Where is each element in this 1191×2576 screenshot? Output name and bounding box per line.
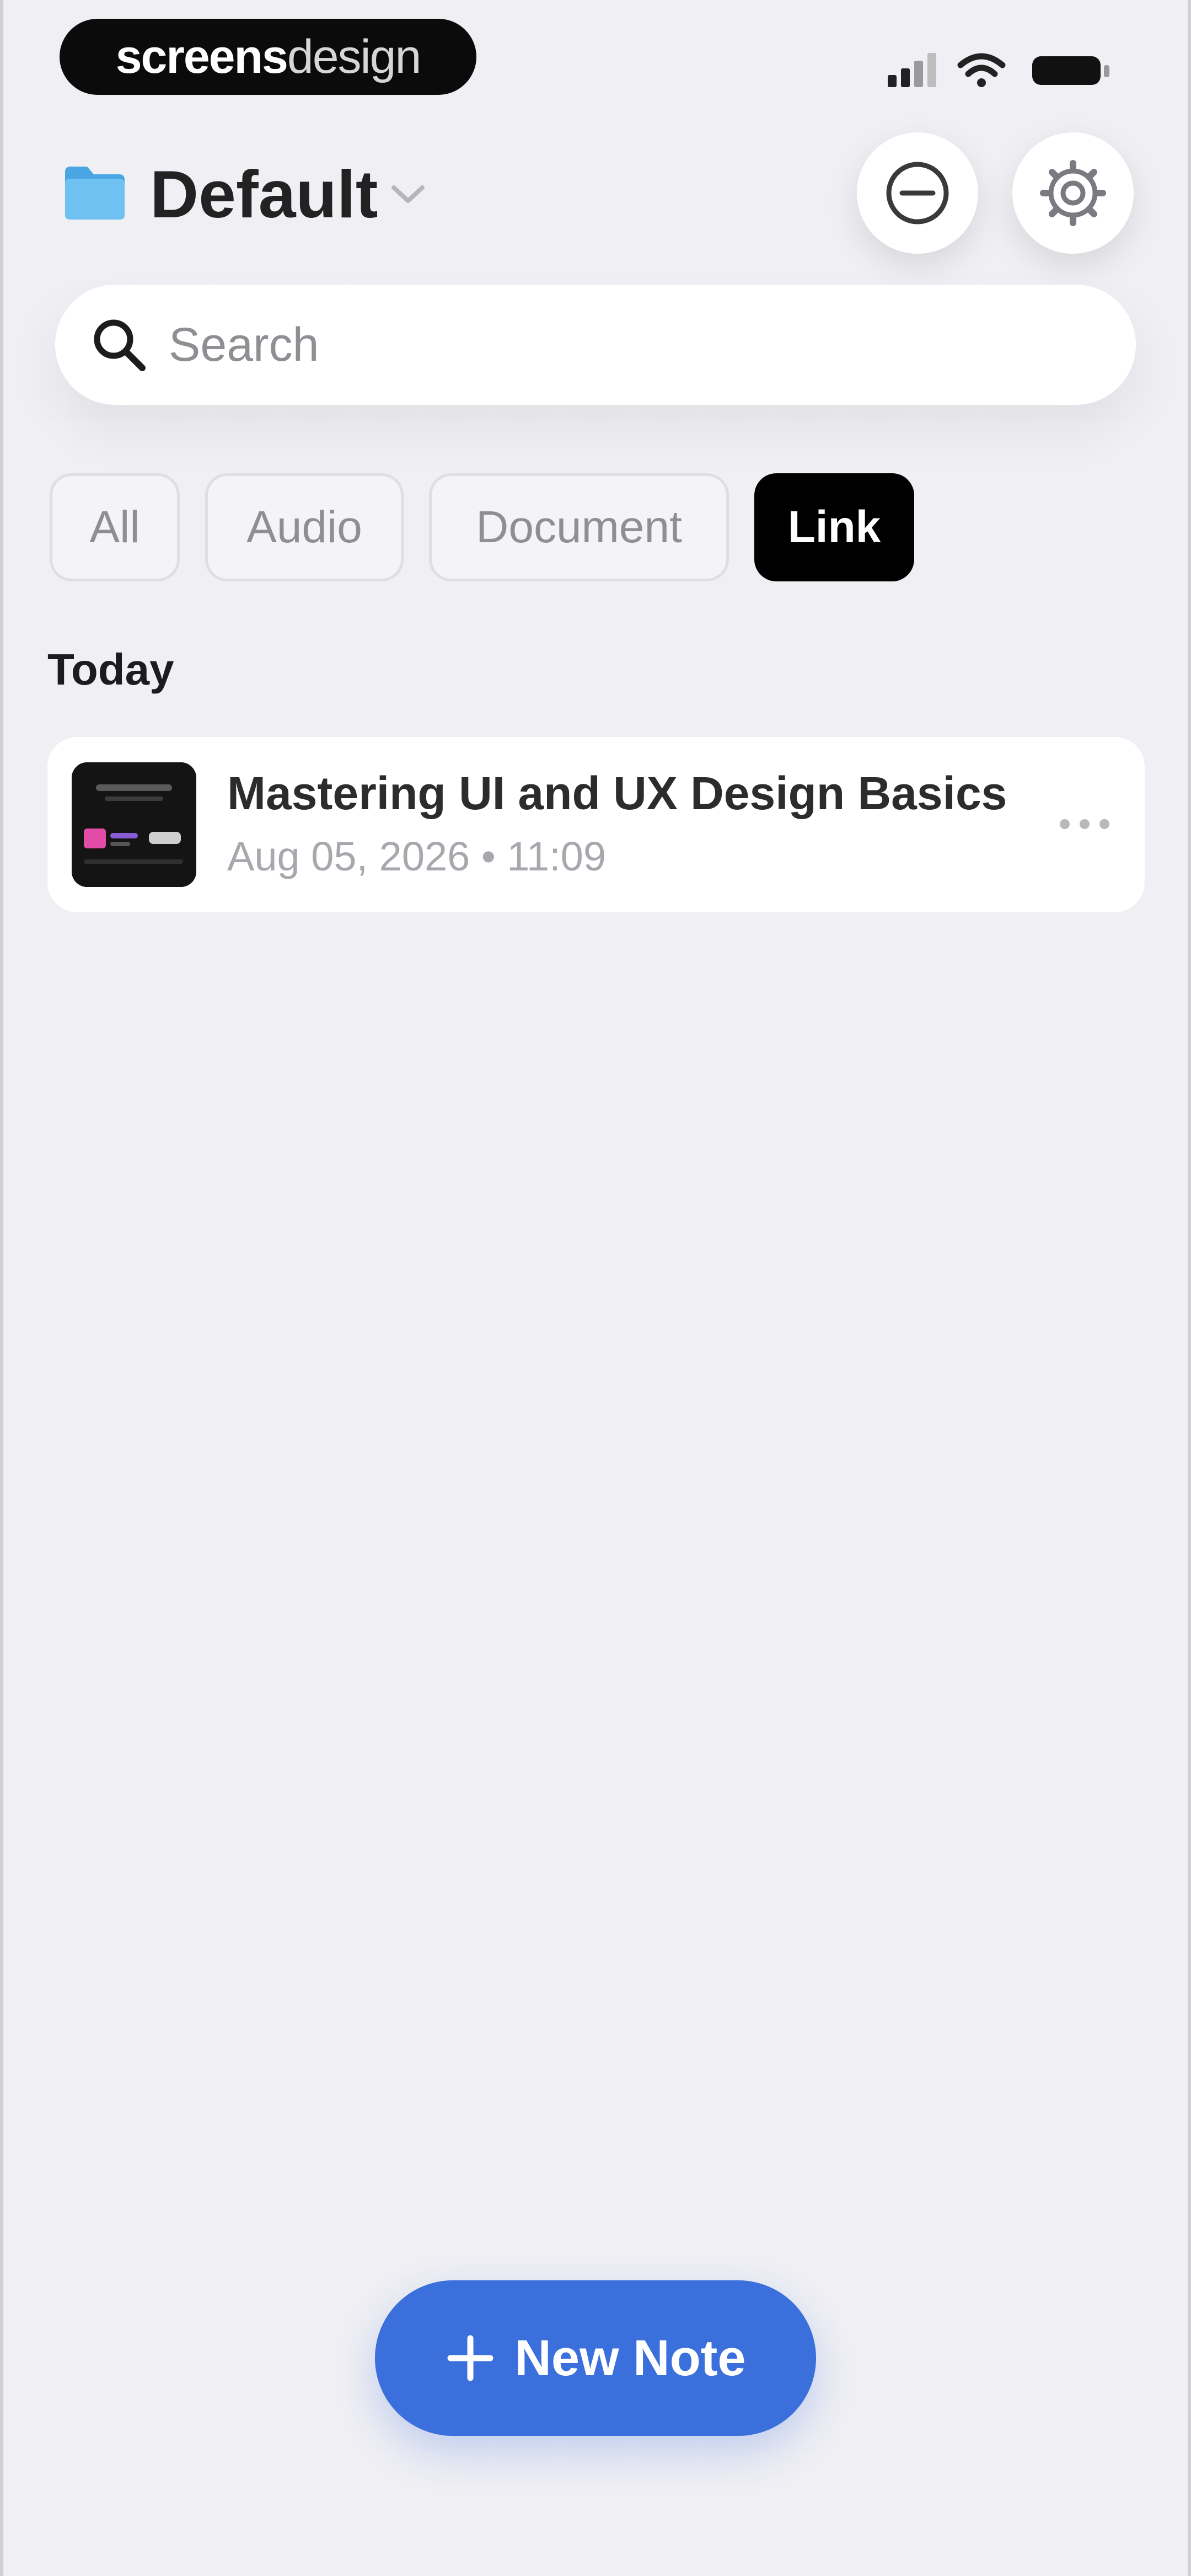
filter-chip-document[interactable]: Document [429,473,729,581]
brand-watermark: screens design [60,19,476,95]
folder-icon [65,167,125,220]
new-note-label: New Note [514,2329,746,2386]
note-list-item[interactable]: Mastering UI and UX Design Basics Aug 05… [47,737,1145,912]
wifi-icon [957,53,1006,87]
brand-light-text: design [287,30,421,83]
filter-chip-link[interactable]: Link [754,473,914,581]
more-options-button[interactable] [1054,802,1115,846]
cellular-signal-icon [888,53,936,87]
search-bar[interactable] [55,285,1136,405]
gear-icon [1040,160,1106,226]
search-icon [94,319,146,371]
filter-chips: All Audio Document Link [50,473,940,581]
new-note-button[interactable]: New Note [375,2280,816,2436]
battery-icon [1032,56,1109,85]
more-horizontal-icon [1060,819,1109,829]
folder-name[interactable]: Default [150,156,378,233]
note-timestamp: Aug 05, 2026 • 11:09 [227,833,606,879]
minus-button[interactable] [857,132,978,254]
note-thumbnail-image [72,762,196,887]
section-label-today: Today [47,645,174,694]
note-title: Mastering UI and UX Design Basics [227,767,1007,819]
brand-bold-text: screens [115,30,288,83]
status-icons [888,53,1109,87]
plus-icon [447,2335,493,2381]
search-input[interactable] [168,317,1052,373]
filter-chip-all[interactable]: All [50,473,180,581]
filter-chip-audio[interactable]: Audio [205,473,404,581]
note-thumbnail [72,762,196,887]
settings-button[interactable] [1012,132,1134,254]
minus-circle-icon [886,162,949,225]
chevron-down-icon[interactable] [386,174,430,213]
